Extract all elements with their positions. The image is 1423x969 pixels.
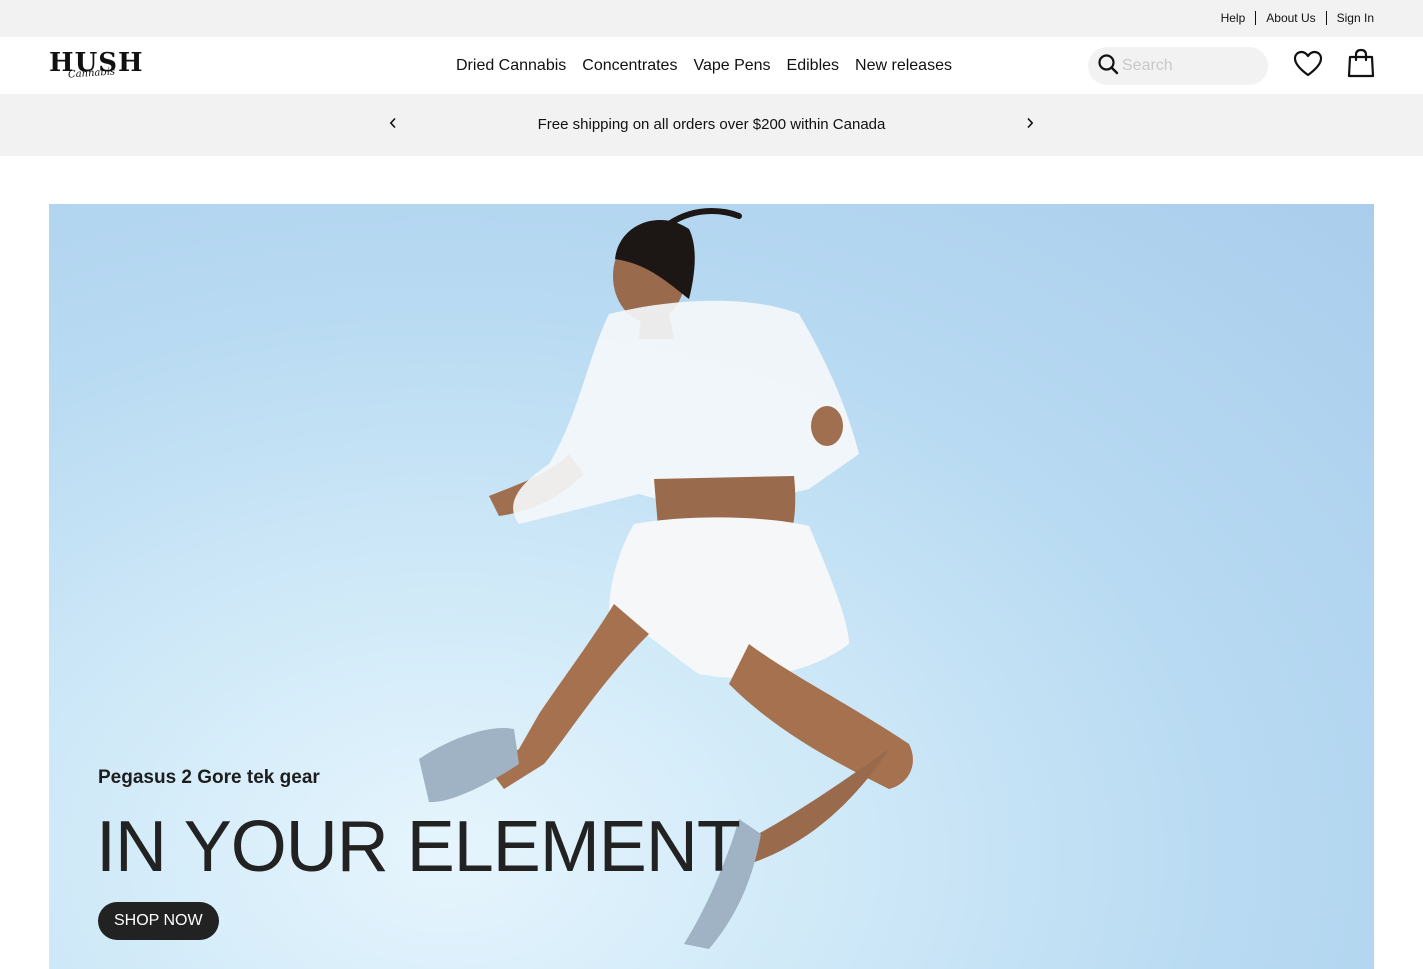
shop-now-button[interactable]: SHOP NOW	[98, 902, 219, 940]
shopping-bag-icon	[1347, 48, 1375, 83]
utility-bar: Help About Us Sign In	[0, 0, 1423, 37]
hero-subtitle: Pegasus 2 Gore tek gear	[98, 767, 320, 788]
cart-button[interactable]	[1346, 48, 1376, 83]
promo-message: Free shipping on all orders over $200 wi…	[537, 116, 886, 133]
nav-item-new-releases[interactable]: New releases	[855, 57, 952, 75]
hero-banner: Pegasus 2 Gore tek gear IN YOUR ELEMENT …	[49, 204, 1374, 969]
promo-next-button[interactable]	[1023, 116, 1037, 134]
help-link[interactable]: Help	[1211, 11, 1256, 25]
site-header: HUSH Cannabis Dried Cannabis Concentrate…	[0, 37, 1423, 94]
nav-item-edibles[interactable]: Edibles	[787, 57, 839, 75]
heart-icon	[1293, 50, 1323, 83]
search-input[interactable]	[1122, 57, 1252, 75]
nav-item-vape-pens[interactable]: Vape Pens	[693, 57, 770, 75]
search-box[interactable]	[1088, 47, 1268, 85]
utility-links: Help About Us Sign In	[1211, 11, 1374, 25]
nav-item-dried-cannabis[interactable]: Dried Cannabis	[456, 57, 566, 75]
favorites-button[interactable]	[1293, 50, 1323, 83]
main-nav: Dried Cannabis Concentrates Vape Pens Ed…	[456, 57, 952, 75]
sign-in-link[interactable]: Sign In	[1327, 11, 1374, 25]
brand-logo[interactable]: HUSH Cannabis	[49, 49, 143, 85]
nav-item-concentrates[interactable]: Concentrates	[582, 57, 677, 75]
brand-tagline: Cannabis	[67, 66, 116, 81]
chevron-right-icon	[1026, 116, 1034, 134]
promo-banner: Free shipping on all orders over $200 wi…	[0, 94, 1423, 156]
about-us-link[interactable]: About Us	[1256, 11, 1325, 25]
hero-title: IN YOUR ELEMENT	[96, 807, 741, 887]
search-icon[interactable]	[1097, 53, 1119, 80]
